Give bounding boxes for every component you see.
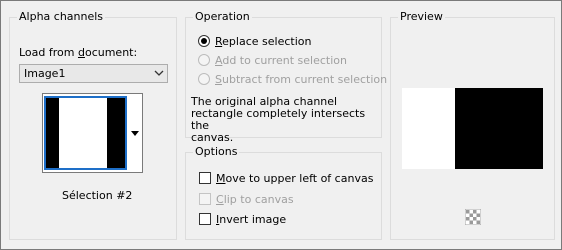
options-title: Options bbox=[193, 145, 240, 159]
preview-white-area bbox=[402, 88, 455, 169]
checkbox-box bbox=[199, 213, 211, 225]
load-from-document-label: Load from document: bbox=[19, 46, 138, 59]
alpha-channels-title: Alpha channels bbox=[17, 10, 106, 24]
options-group: Options Move to upper left of canvas Cli… bbox=[185, 145, 382, 240]
radio-dot bbox=[198, 73, 210, 85]
preview-canvas bbox=[402, 88, 543, 169]
triangle-down-icon[interactable] bbox=[127, 98, 143, 166]
selection-thumbnail[interactable] bbox=[44, 96, 127, 170]
dialog-frame: Alpha channels Load from document: Image… bbox=[0, 0, 562, 250]
checkbox-box bbox=[199, 193, 211, 205]
thumbnail-white-area bbox=[59, 98, 107, 168]
description-line: canvas. bbox=[191, 131, 234, 144]
alpha-channel-list[interactable] bbox=[42, 93, 143, 173]
move-to-upper-left-checkbox[interactable]: Move to upper left of canvas bbox=[199, 172, 373, 186]
radio-dot bbox=[198, 54, 210, 66]
operation-description: The original alpha channel rectangle com… bbox=[191, 96, 381, 144]
alpha-channels-group: Alpha channels Load from document: Image… bbox=[9, 10, 177, 240]
add-to-selection-label: Add to current selection bbox=[215, 54, 347, 67]
checkbox-box bbox=[199, 172, 211, 184]
add-to-selection-radio[interactable]: Add to current selection bbox=[198, 54, 358, 68]
checkerboard-icon[interactable] bbox=[465, 209, 481, 225]
subtract-from-selection-radio[interactable]: Subtract from current selection bbox=[198, 73, 387, 87]
operation-title: Operation bbox=[193, 10, 252, 24]
preview-title: Preview bbox=[398, 10, 445, 24]
move-to-upper-left-label: Move to upper left of canvas bbox=[216, 172, 374, 185]
document-select-value: Image1 bbox=[24, 67, 66, 80]
document-select[interactable]: Image1 bbox=[19, 64, 168, 83]
invert-image-label: Invert image bbox=[216, 213, 287, 226]
chevron-down-icon bbox=[154, 70, 164, 76]
operation-group: Operation Replace selection Add to curre… bbox=[185, 10, 387, 144]
clip-to-canvas-label: Clip to canvas bbox=[216, 193, 294, 206]
replace-selection-radio[interactable]: Replace selection bbox=[198, 35, 348, 49]
clip-to-canvas-checkbox[interactable]: Clip to canvas bbox=[199, 193, 319, 207]
replace-selection-label: Replace selection bbox=[215, 35, 312, 48]
subtract-from-selection-label: Subtract from current selection bbox=[215, 73, 388, 86]
radio-dot bbox=[198, 35, 210, 47]
selection-name: Sélection #2 bbox=[62, 189, 133, 202]
preview-group: Preview bbox=[390, 10, 555, 240]
invert-image-checkbox[interactable]: Invert image bbox=[199, 213, 299, 227]
description-line: rectangle completely intersects the bbox=[191, 107, 366, 132]
